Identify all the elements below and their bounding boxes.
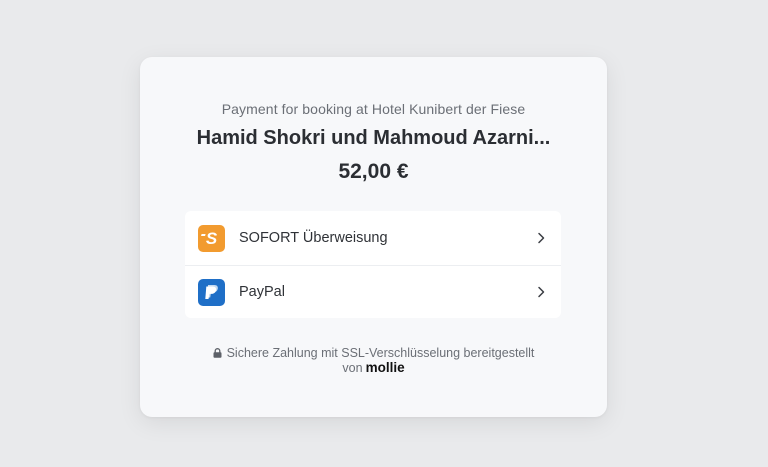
- security-notice: Sichere Zahlung mit SSL-Verschlüsselung …: [140, 346, 607, 375]
- lock-icon: [213, 347, 222, 361]
- payment-amount: 52,00 €: [338, 160, 409, 183]
- sofort-icon: S: [198, 224, 225, 252]
- by-text: von: [342, 361, 363, 375]
- chevron-right-icon: [533, 284, 549, 300]
- sofort-label: SOFORT Überweisung: [239, 230, 388, 246]
- paypal-icon: [198, 278, 225, 306]
- security-text: Sichere Zahlung mit SSL-Verschlüsselung …: [226, 346, 535, 360]
- paypal-label: PayPal: [239, 284, 285, 300]
- payment-card: Payment for booking at Hotel Kunibert de…: [140, 57, 607, 417]
- payment-method-paypal[interactable]: PayPal: [185, 265, 561, 318]
- payment-methods-list: S SOFORT Überweisung PayPal: [185, 211, 561, 318]
- mollie-logo[interactable]: mollie: [366, 360, 405, 375]
- payment-method-sofort[interactable]: S SOFORT Überweisung: [185, 211, 561, 265]
- chevron-right-icon: [533, 230, 549, 246]
- svg-text:S: S: [206, 229, 218, 248]
- merchant-name: Hamid Shokri und Mahmoud Azarni...: [196, 127, 551, 149]
- payment-description: Payment for booking at Hotel Kunibert de…: [221, 101, 526, 117]
